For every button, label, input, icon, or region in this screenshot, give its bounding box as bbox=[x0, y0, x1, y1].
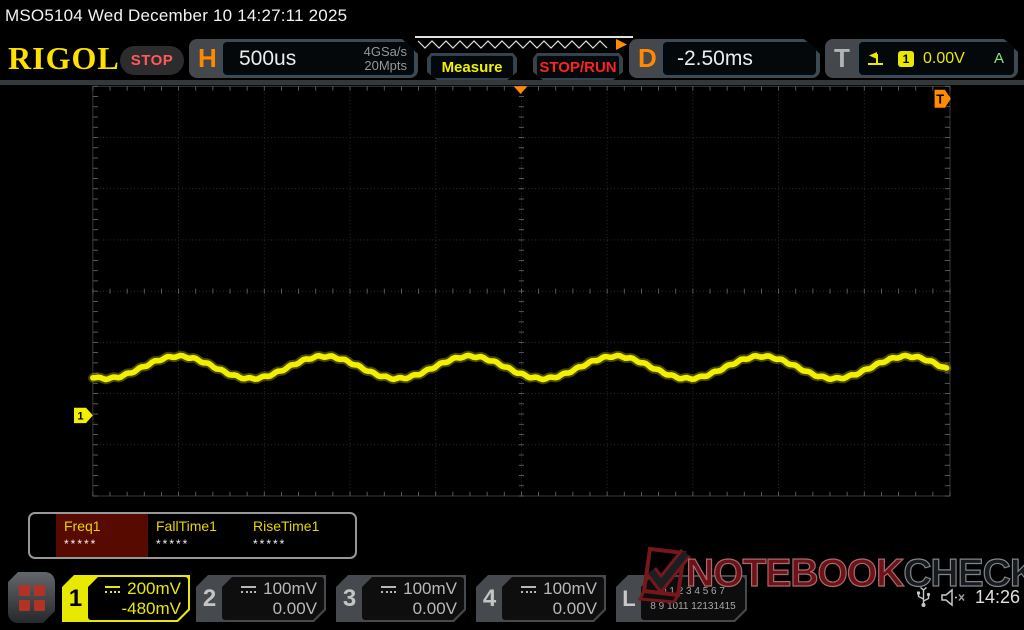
channel-offset: 0.00V bbox=[272, 599, 317, 618]
measurement-falltime1[interactable]: FallTime1 ***** bbox=[148, 514, 245, 557]
timebase-value: 500us bbox=[239, 46, 297, 70]
trigger-level-value: 0.00V bbox=[923, 49, 965, 67]
measure-button[interactable]: Measure bbox=[427, 53, 517, 81]
trigger-marker-label: T bbox=[936, 91, 944, 106]
channel-3-button[interactable]: 3 100mV 0.00V bbox=[336, 575, 466, 622]
channel-number: 1 bbox=[68, 584, 83, 612]
channel-3-readout: 100mV 0.00V bbox=[362, 577, 464, 620]
stop-run-button[interactable]: STOP/RUN bbox=[533, 53, 623, 81]
delay-value: -2.50ms bbox=[677, 46, 753, 70]
horizontal-label: H bbox=[198, 43, 217, 73]
measurement-value: ***** bbox=[64, 537, 98, 551]
record-overview-strip[interactable] bbox=[415, 36, 633, 52]
channel-4-readout: 100mV 0.00V bbox=[502, 577, 604, 620]
logic-label: L bbox=[622, 585, 636, 611]
quad-grid-icon bbox=[19, 585, 45, 611]
measurement-panel[interactable]: Freq1 ***** FallTime1 ***** RiseTime1 **… bbox=[28, 512, 357, 559]
channel1-trace bbox=[88, 350, 952, 385]
channel-scale: 100mV bbox=[543, 579, 597, 598]
channel-scale: 100mV bbox=[263, 579, 317, 598]
channel1-ground-marker[interactable]: 1 bbox=[74, 407, 93, 424]
channel-1-button[interactable]: 1 200mV -480mV bbox=[62, 575, 190, 622]
acquisition-info: 4GSa/s 20Mpts bbox=[364, 45, 407, 73]
delay-settings-button[interactable]: D -2.50ms bbox=[629, 39, 820, 78]
channel-offset: 0.00V bbox=[412, 599, 457, 618]
measurement-value: ***** bbox=[253, 537, 287, 551]
channel-4-button[interactable]: 4 100mV 0.00V bbox=[476, 575, 606, 622]
logic-channel-list: 0 1 2 3 4 5 6 7 8 9 1011 12131415 bbox=[641, 577, 745, 620]
measurement-panel-spacer bbox=[30, 514, 56, 557]
measurement-label: Freq1 bbox=[64, 518, 101, 534]
clock-time: 14:26 bbox=[974, 586, 1020, 607]
channel-1-readout: 200mV -480mV bbox=[88, 577, 188, 620]
run-state-indicator[interactable]: STOP bbox=[120, 46, 184, 75]
channel-2-readout: 100mV 0.00V bbox=[222, 577, 324, 620]
measurement-label: FallTime1 bbox=[156, 518, 217, 534]
measurement-label: RiseTime1 bbox=[253, 518, 320, 534]
channel1-marker-label: 1 bbox=[77, 411, 83, 423]
dc-coupling-icon bbox=[105, 586, 120, 593]
overview-waveform-icon bbox=[417, 39, 627, 50]
dc-coupling-icon bbox=[381, 586, 396, 593]
logic-row-8-15: 8 9 1011 12131415 bbox=[650, 601, 736, 612]
measurement-value: ***** bbox=[156, 537, 190, 551]
channel-number: 2 bbox=[202, 584, 217, 612]
dc-coupling-icon bbox=[521, 586, 536, 593]
instrument-title: MSO5104 Wed December 10 14:27:11 2025 bbox=[5, 6, 348, 25]
rigol-logo: RIGOL bbox=[8, 40, 120, 76]
memory-depth: 20Mpts bbox=[364, 57, 407, 73]
logic-channels-button[interactable]: L 0 1 2 3 4 5 6 7 8 9 1011 12131415 bbox=[616, 575, 747, 622]
speaker-muted-icon[interactable] bbox=[940, 587, 966, 607]
delay-label: D bbox=[638, 43, 657, 73]
dc-coupling-icon bbox=[241, 586, 256, 593]
quick-menu-button[interactable] bbox=[8, 572, 55, 623]
trigger-display: 1 0.00V A bbox=[858, 41, 1015, 76]
channel-scale: 100mV bbox=[403, 579, 457, 598]
trigger-level-marker[interactable]: T bbox=[934, 89, 951, 108]
trigger-label: T bbox=[834, 43, 850, 73]
status-area: 14:26 bbox=[916, 586, 1020, 608]
measure-button-label: Measure bbox=[430, 55, 514, 79]
measurement-freq1[interactable]: Freq1 ***** bbox=[56, 514, 148, 557]
edge-trigger-icon bbox=[867, 51, 885, 67]
graticule-grid bbox=[92, 85, 951, 497]
sample-rate: 4GSa/s bbox=[363, 43, 407, 59]
waveform-display: T 1 bbox=[74, 85, 952, 497]
channel-scale: 200mV bbox=[127, 579, 181, 598]
oscilloscope-screen: MSO5104 Wed December 10 14:27:11 2025 RI… bbox=[0, 0, 1024, 630]
trigger-mode: A bbox=[993, 50, 1004, 67]
channel-2-button[interactable]: 2 100mV 0.00V bbox=[196, 575, 326, 622]
horizontal-settings-button[interactable]: H 500us 4GSa/s 20Mpts bbox=[189, 39, 418, 78]
trigger-position-marker[interactable] bbox=[513, 86, 528, 94]
measurement-risetime1[interactable]: RiseTime1 ***** bbox=[245, 514, 342, 557]
logic-row-0-7: 0 1 2 3 4 5 6 7 bbox=[661, 586, 725, 597]
channel-offset: -480mV bbox=[121, 599, 181, 618]
trigger-settings-button[interactable]: T 1 0.00V A bbox=[825, 39, 1018, 78]
trigger-source-badge: 1 bbox=[898, 51, 914, 67]
usb-icon bbox=[916, 586, 931, 607]
channel-number: 4 bbox=[482, 584, 497, 612]
stop-run-button-label: STOP/RUN bbox=[536, 55, 620, 79]
delay-display: -2.50ms bbox=[662, 41, 817, 76]
channel-offset: 0.00V bbox=[552, 599, 597, 618]
channel-number: 3 bbox=[342, 584, 357, 612]
timebase-display: 500us 4GSa/s 20Mpts bbox=[222, 41, 415, 76]
